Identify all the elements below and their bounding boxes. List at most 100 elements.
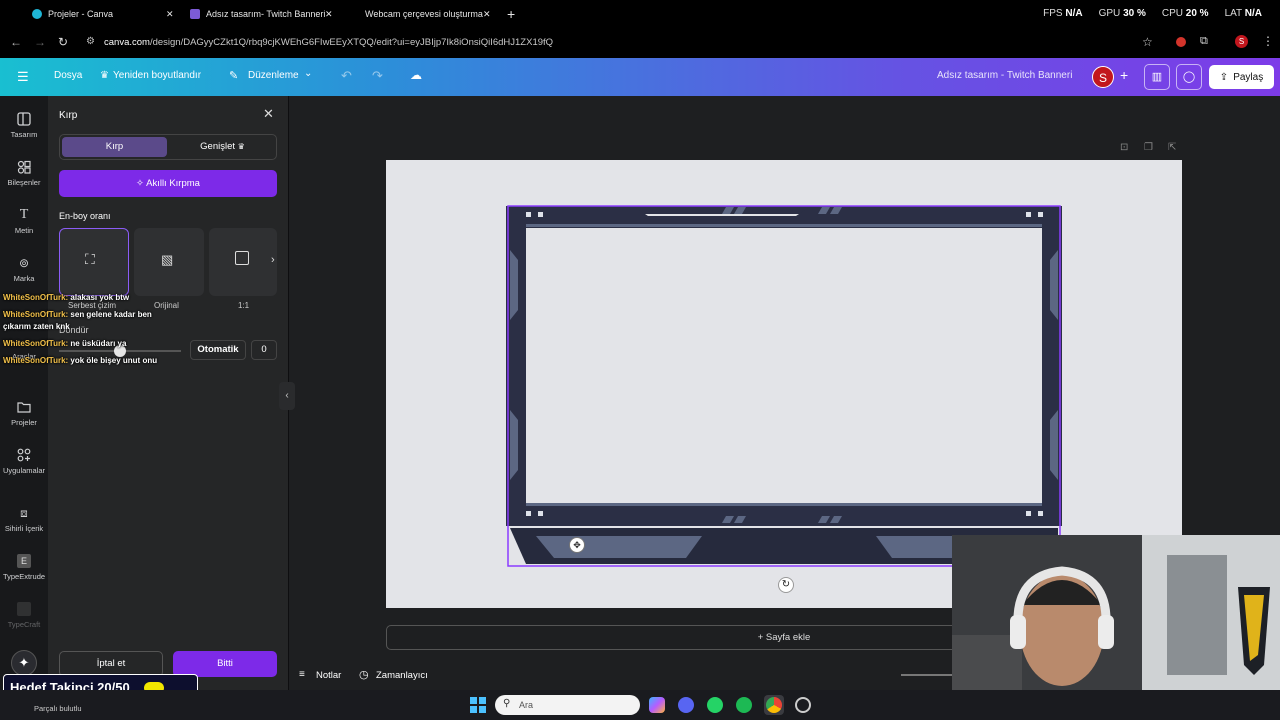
tab-title: Webcam çerçevesi oluşturma [365,9,483,19]
collapse-panel-handle[interactable]: ‹ [279,382,295,410]
move-handle-icon[interactable]: ✥ [569,537,585,553]
chevron-down-icon[interactable]: ⌄ [304,68,312,79]
lat-label: LAT [1224,8,1242,19]
design-title[interactable]: Adsız tasarım - Twitch Banneri [937,70,1072,81]
lat-value: N/A [1244,8,1262,19]
lock-icon[interactable]: ⊡ [1120,142,1128,153]
aspect-label-original: Orijinal [154,301,179,310]
comment-icon[interactable]: ◯ [1176,64,1202,90]
chevron-right-icon[interactable]: › [271,254,275,266]
add-page-top-icon[interactable]: ⇱ [1168,142,1176,153]
close-panel-icon[interactable]: ✕ [263,106,274,122]
add-collaborator-plus-icon[interactable]: + [1120,67,1128,83]
aspect-option-square[interactable] [209,228,277,296]
magic-image-icon: ⧈ [20,506,28,520]
rail-item-magic[interactable]: ⧈ Sihirli İçerik [0,506,48,533]
typecraft-app-icon [17,602,31,616]
smart-crop-button[interactable]: ✧ Akıllı Kırpma [59,170,277,197]
magic-sparkle-icon[interactable]: ✦ [11,650,37,676]
rail-item-elements[interactable]: Bileşenler [0,160,48,187]
new-tab-plus-icon[interactable]: + [507,4,515,24]
forward-icon[interactable]: → [34,35,46,49]
close-icon[interactable]: ✕ [325,4,333,24]
taskbar-search-input[interactable]: ⚲ Ara [495,695,640,715]
folder-icon [17,402,31,413]
rail-item-typeextrude[interactable]: E TypeExtrude [0,554,48,581]
whatsapp-icon[interactable] [707,697,723,713]
resize-button[interactable]: Yeniden boyutlandır [113,70,201,81]
crop-tabs: Kırp Genişlet ♛ [59,134,277,160]
undo-icon[interactable]: ↶ [341,68,352,84]
bookmark-star-icon[interactable]: ☆ [1142,35,1153,49]
chrome-taskbar-button[interactable] [764,695,784,715]
cloud-save-icon[interactable]: ☁ [410,68,422,82]
rail-label: Bileşenler [7,178,41,187]
canva-favicon-icon [32,9,42,19]
rail-item-text[interactable]: T Metin [0,207,48,236]
zoom-slider[interactable] [901,674,953,676]
extensions-puzzle-icon[interactable]: ⧉ [1200,35,1208,48]
menu-dots-icon[interactable]: ⋮ [1262,34,1274,48]
tab-expand-label: Genişlet [200,141,236,152]
rotate-value-input[interactable]: 0 [251,340,277,360]
notes-icon: ≡ [299,669,305,680]
notes-button[interactable]: Notlar [316,670,341,681]
rail-item-design[interactable]: Tasarım [0,112,48,139]
back-icon[interactable]: ← [10,35,22,49]
typeextrude-app-icon: E [17,554,31,568]
discord-icon[interactable] [678,697,694,713]
gpu-value: 30 % [1123,8,1146,19]
url-field[interactable]: canva.com/design/DAGyyCZkt1Q/rbq9cjKWEhG… [104,37,553,48]
rail-item-apps[interactable]: Uygulamalar [0,448,48,475]
smart-crop-label: Akıllı Kırpma [146,178,200,189]
rail-label: Tasarım [10,130,38,139]
heart-favicon-icon [190,9,200,19]
rail-item-brand[interactable]: ⊚ Marka [0,256,48,283]
search-placeholder: Ara [519,700,534,710]
rail-item-projects[interactable]: Projeler [0,400,48,427]
timer-button[interactable]: Zamanlayıcı [376,670,428,681]
auto-rotate-button[interactable]: Otomatik [190,340,246,360]
aspect-option-original[interactable]: ▧ [134,228,204,296]
rail-label: Uygulamalar [2,466,46,475]
chat-user: WhiteSonOfTurk: [3,339,69,348]
hamburger-menu-icon[interactable]: ☰ [17,69,29,85]
tab-title: Adsız tasarım- Twitch Banneri [206,9,326,19]
rotate-handle-icon[interactable]: ↻ [778,577,794,593]
insights-chart-icon[interactable]: ▥ [1144,64,1170,90]
copilot-icon[interactable] [649,697,665,713]
tab-webcam[interactable]: Webcam çerçevesi oluşturma [365,4,483,24]
text-t-icon: T [19,207,29,222]
rail-label: Metin [14,226,34,235]
crown-icon: ♛ [100,70,109,81]
file-menu-button[interactable]: Dosya [54,70,82,81]
site-info-icon[interactable]: ⚙ [86,36,95,47]
app-icon[interactable] [795,697,811,713]
rail-item-typecraft[interactable]: TypeCraft [0,602,48,629]
close-icon[interactable]: ✕ [483,4,491,24]
edit-mode-button[interactable]: Düzenleme [248,70,299,81]
user-avatar[interactable]: S [1092,66,1114,88]
cpu-label: CPU [1161,8,1183,19]
profile-avatar[interactable]: S [1235,35,1248,48]
close-icon[interactable]: ✕ [166,4,174,24]
tab-twitch-banner[interactable]: Adsız tasarım- Twitch Banneri [190,4,325,24]
spotify-icon[interactable] [736,697,752,713]
tab-crop[interactable]: Kırp [62,137,167,157]
address-bar: ← → ↻ ⚙ canva.com/design/DAGyyCZkt1Q/rbq… [0,28,1280,58]
extension-icon[interactable] [1176,37,1186,47]
chat-msg: ne üsküdarı ya [70,339,127,348]
redo-icon[interactable]: ↷ [372,68,383,84]
tab-projeler[interactable]: Projeler - Canva [32,4,113,24]
panel-title: Kırp [59,110,78,121]
search-icon: ⚲ [503,698,511,709]
duplicate-page-icon[interactable]: ❐ [1144,142,1153,153]
tab-expand[interactable]: Genişlet ♛ [170,137,275,157]
reload-icon[interactable]: ↻ [58,35,68,49]
performance-overlay: FPS N/A GPU 30 % CPU 20 % LAT N/A [1043,8,1262,19]
square-icon [235,251,249,265]
windows-start-icon[interactable] [470,697,486,713]
share-button[interactable]: ⇪ Paylaş [1209,65,1274,89]
weather-text: Parçalı bulutlu [34,704,82,713]
aspect-option-freeform[interactable]: ⛶ [59,228,129,296]
